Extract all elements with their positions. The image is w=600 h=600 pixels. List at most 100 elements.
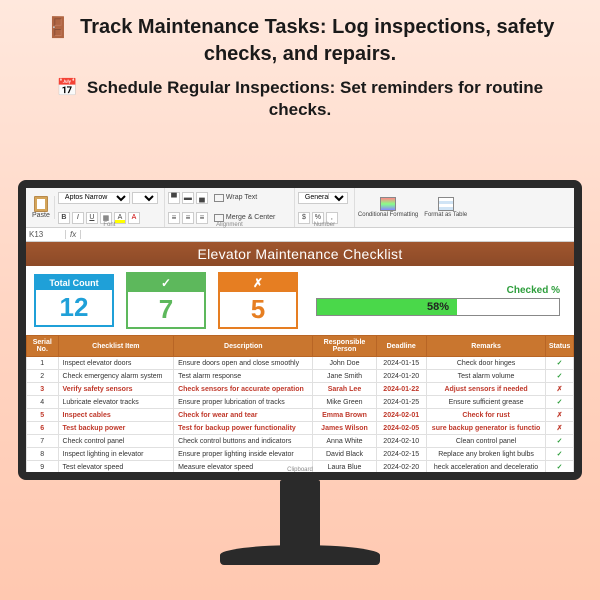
cell[interactable]: 2 — [27, 370, 59, 383]
cell[interactable]: 4 — [27, 396, 59, 409]
table-row[interactable]: 5Inspect cablesCheck for wear and tearEm… — [27, 409, 574, 422]
align-bottom-button[interactable]: ▄ — [196, 192, 208, 204]
table-row[interactable]: 8Inspect lighting in elevatorEnsure prop… — [27, 448, 574, 461]
checklist-table[interactable]: Serial No.Checklist ItemDescriptionRespo… — [26, 335, 574, 474]
cell[interactable]: John Doe — [313, 357, 376, 370]
cell[interactable]: Jane Smith — [313, 370, 376, 383]
cell[interactable]: ✓ — [546, 435, 574, 448]
table-row[interactable]: 7Check control panelCheck control button… — [27, 435, 574, 448]
cell[interactable]: David Black — [313, 448, 376, 461]
progress-bar: 58% — [316, 298, 560, 316]
cell[interactable]: Check control panel — [58, 435, 174, 448]
table-row[interactable]: 3Verify safety sensorsCheck sensors for … — [27, 383, 574, 396]
cell[interactable]: 2024-02-15 — [376, 448, 426, 461]
cell[interactable]: ✗ — [546, 409, 574, 422]
cell[interactable]: 1 — [27, 357, 59, 370]
col-header[interactable]: Serial No. — [27, 336, 59, 357]
format-as-table-button[interactable]: Format as Table — [421, 197, 470, 219]
cell[interactable]: Check emergency alarm system — [58, 370, 174, 383]
conditional-formatting-button[interactable]: Conditional Formatting — [355, 197, 421, 219]
cell[interactable]: Test alarm response — [174, 370, 313, 383]
cell[interactable]: Adjust sensors if needed — [426, 383, 545, 396]
cell[interactable]: Inspect cables — [58, 409, 174, 422]
cell[interactable]: ✓ — [546, 370, 574, 383]
sheet-title: Elevator Maintenance Checklist — [26, 242, 574, 266]
cell[interactable]: 2024-01-15 — [376, 357, 426, 370]
table-row[interactable]: 6Test backup powerTest for backup power … — [27, 422, 574, 435]
cell[interactable]: Ensure doors open and close smoothly — [174, 357, 313, 370]
cell[interactable]: Test for backup power functionality — [174, 422, 313, 435]
cell[interactable]: sure backup generator is functio — [426, 422, 545, 435]
align-top-button[interactable]: ▀ — [168, 192, 180, 204]
cell[interactable]: Emma Brown — [313, 409, 376, 422]
alignment-group-label: Alignment — [165, 222, 294, 228]
col-header[interactable]: Checklist Item — [58, 336, 174, 357]
cell[interactable]: 2024-02-05 — [376, 422, 426, 435]
col-header[interactable]: Remarks — [426, 336, 545, 357]
cell[interactable]: 2024-02-01 — [376, 409, 426, 422]
cell[interactable]: ✗ — [546, 383, 574, 396]
cell[interactable]: Check door hinges — [426, 357, 545, 370]
cell[interactable]: ✓ — [546, 357, 574, 370]
table-row[interactable]: 4Lubricate elevator tracksEnsure proper … — [27, 396, 574, 409]
cell[interactable]: ✓ — [546, 396, 574, 409]
font-name-select[interactable]: Aptos Narrow — [58, 192, 130, 204]
cell[interactable]: Sarah Lee — [313, 383, 376, 396]
font-size-select[interactable]: 11 — [132, 192, 158, 204]
col-header[interactable]: Status — [546, 336, 574, 357]
cell[interactable]: Inspect elevator doors — [58, 357, 174, 370]
table-row[interactable]: 2Check emergency alarm systemTest alarm … — [27, 370, 574, 383]
col-header[interactable]: Description — [174, 336, 313, 357]
cell[interactable]: Lubricate elevator tracks — [58, 396, 174, 409]
monitor-stand-neck — [280, 480, 320, 550]
cell[interactable]: 3 — [27, 383, 59, 396]
wrap-text-button[interactable]: Wrap Text — [214, 194, 257, 202]
paste-icon[interactable] — [34, 196, 48, 212]
col-header[interactable]: Deadline — [376, 336, 426, 357]
cell[interactable]: Check sensors for accurate operation — [174, 383, 313, 396]
ribbon-clipboard-group: Paste Clipboard — [28, 196, 55, 219]
number-format-select[interactable]: General — [298, 192, 348, 204]
cell[interactable]: 7 — [27, 435, 59, 448]
merge-center-button[interactable]: Merge & Center — [214, 214, 275, 222]
cell[interactable]: ✓ — [546, 448, 574, 461]
align-middle-button[interactable]: ▬ — [182, 192, 194, 204]
cell[interactable]: 2024-02-10 — [376, 435, 426, 448]
marketing-headline-2: 📅 Schedule Regular Inspections: Set remi… — [30, 77, 570, 122]
cell[interactable]: Ensure sufficient grease — [426, 396, 545, 409]
cell[interactable]: Replace any broken light bulbs — [426, 448, 545, 461]
cell[interactable]: Ensure proper lighting inside elevator — [174, 448, 313, 461]
cell[interactable]: 2024-01-25 — [376, 396, 426, 409]
cell[interactable]: Check for wear and tear — [174, 409, 313, 422]
cell[interactable]: James Wilson — [313, 422, 376, 435]
name-box[interactable]: K13 — [26, 230, 66, 239]
cell[interactable]: Check for rust — [426, 409, 545, 422]
table-body: 1Inspect elevator doorsEnsure doors open… — [27, 357, 574, 474]
worksheet[interactable]: Elevator Maintenance Checklist Total Cou… — [26, 242, 574, 474]
cell[interactable]: Inspect lighting in elevator — [58, 448, 174, 461]
wrap-text-icon — [214, 194, 224, 202]
monitor-stand-base — [220, 545, 380, 565]
cell[interactable]: 2024-01-22 — [376, 383, 426, 396]
cell[interactable]: Verify safety sensors — [58, 383, 174, 396]
formula-input[interactable] — [81, 230, 574, 239]
cell[interactable]: Mike Green — [313, 396, 376, 409]
cell[interactable]: 8 — [27, 448, 59, 461]
cell[interactable]: Check control buttons and indicators — [174, 435, 313, 448]
table-row[interactable]: 1Inspect elevator doorsEnsure doors open… — [27, 357, 574, 370]
cell[interactable]: Ensure proper lubrication of tracks — [174, 396, 313, 409]
stat-done-icon: ✓ — [128, 274, 204, 292]
checked-percent-block: Checked % 58% — [310, 285, 566, 316]
col-header[interactable]: Responsible Person — [313, 336, 376, 357]
cell[interactable]: 6 — [27, 422, 59, 435]
cell[interactable]: 5 — [27, 409, 59, 422]
cell[interactable]: ✗ — [546, 422, 574, 435]
merge-icon — [214, 214, 224, 222]
cell[interactable]: Test backup power — [58, 422, 174, 435]
cell[interactable]: Anna White — [313, 435, 376, 448]
fx-label[interactable]: fx — [66, 230, 81, 239]
cell[interactable]: Test alarm volume — [426, 370, 545, 383]
cell[interactable]: 2024-01-20 — [376, 370, 426, 383]
calendar-icon: 📅 — [57, 77, 78, 99]
cell[interactable]: Clean control panel — [426, 435, 545, 448]
